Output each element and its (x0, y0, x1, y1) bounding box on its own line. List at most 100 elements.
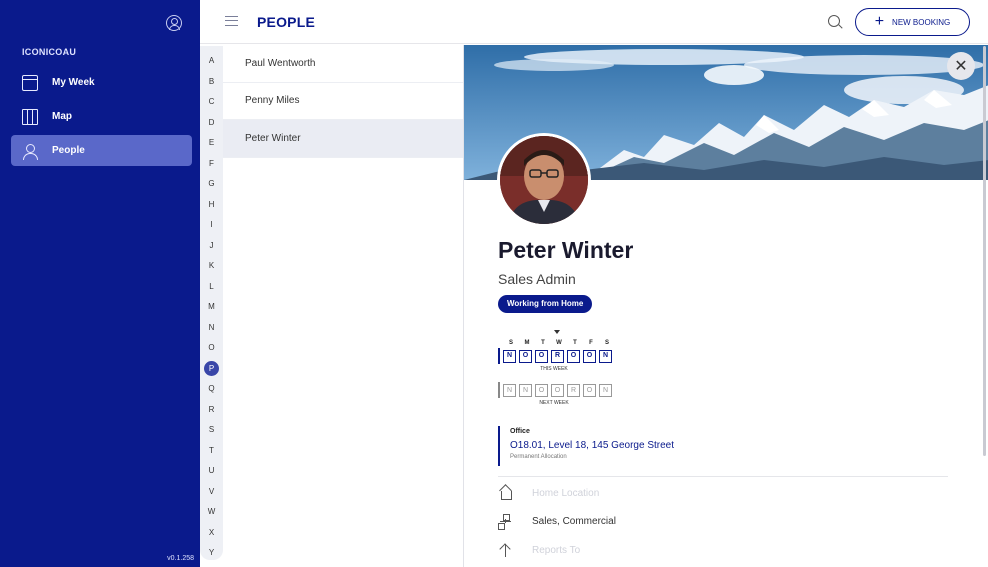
day-status-box[interactable]: N (519, 383, 532, 397)
alphabet-letter-c[interactable]: C (200, 97, 223, 106)
alphabet-letter-y[interactable]: Y (200, 548, 223, 557)
new-booking-label: NEW BOOKING (892, 17, 951, 27)
arrow-up-icon (498, 542, 514, 558)
next-week-schedule: NNOORON NEXT WEEK (498, 382, 615, 406)
weekday-label: S (508, 340, 513, 346)
this-week-schedule: SMTWTFS NOOROON THIS WEEK (498, 340, 615, 372)
alphabet-letter-g[interactable]: G (200, 179, 223, 188)
alphabet-letter-h[interactable]: H (200, 200, 223, 209)
weekday-label: T (573, 340, 577, 346)
day-status-box[interactable]: O (551, 383, 564, 397)
office-allocation-type: Permanent Allocation (510, 454, 567, 460)
close-button[interactable]: ✕ (947, 52, 975, 80)
sidebar-item-label: People (52, 145, 85, 156)
day-status-box[interactable]: R (567, 383, 580, 397)
alphabet-letter-t[interactable]: T (200, 446, 223, 455)
day-status-box[interactable]: N (599, 383, 612, 397)
alphabet-letter-j[interactable]: J (200, 241, 223, 250)
alphabet-letter-p[interactable]: P (204, 360, 219, 376)
page-title: PEOPLE (257, 14, 315, 30)
sidebar-item-people[interactable]: People (11, 135, 192, 166)
day-status-box[interactable]: O (535, 383, 548, 397)
alphabet-letter-m[interactable]: M (200, 302, 223, 311)
list-item-selected[interactable]: Peter Winter (223, 120, 463, 158)
alphabet-letter-v[interactable]: V (200, 487, 223, 496)
alphabet-letter-s[interactable]: S (200, 425, 223, 434)
alphabet-letter-k[interactable]: K (200, 261, 223, 270)
sidebar-item-map[interactable]: Map (11, 101, 192, 132)
next-week-label: NEXT WEEK (539, 400, 569, 406)
organization-name: ICONICOAU (22, 47, 77, 57)
office-allocation: Office O18.01, Level 18, 145 George Stre… (498, 426, 948, 466)
day-status-box[interactable]: O (567, 349, 580, 363)
day-status-box[interactable]: N (503, 383, 516, 397)
alphabet-letter-o[interactable]: O (200, 343, 223, 352)
alphabet-letter-q[interactable]: Q (200, 384, 223, 393)
alphabet-letter-u[interactable]: U (200, 466, 223, 475)
office-label: Office (510, 428, 530, 435)
list-item[interactable]: Penny Miles (223, 83, 463, 120)
day-status-box[interactable]: O (535, 349, 548, 363)
sidebar: ICONICOAU My Week Map People v0.1.258 (0, 0, 200, 567)
status-badge: Working from Home (498, 295, 593, 313)
day-status-box[interactable]: N (599, 349, 612, 363)
reports-to-text: Reports To (532, 544, 581, 556)
weekday-label: T (541, 340, 545, 346)
menu-icon[interactable] (225, 16, 238, 26)
department-row: Sales, Commercial (498, 513, 616, 530)
app: ICONICOAU My Week Map People v0.1.258 PE… (0, 0, 988, 567)
app-version: v0.1.258 (167, 555, 194, 562)
new-booking-button[interactable]: + NEW BOOKING (855, 8, 970, 36)
alphabet-letter-i[interactable]: I (200, 220, 223, 229)
alphabet-letter-w[interactable]: W (200, 507, 223, 516)
sidebar-item-label: Map (52, 111, 72, 122)
alphabet-letter-r[interactable]: R (200, 405, 223, 414)
person-name: Penny Miles (245, 95, 300, 107)
day-status-box[interactable]: O (519, 349, 532, 363)
people-icon (22, 143, 38, 160)
alphabet-index: A B C D E F G H I J K L M N OPQ R S T U V W X Y (200, 46, 223, 560)
this-week-days: NOOROON (498, 348, 615, 364)
alphabet-letter-n[interactable]: N (200, 323, 223, 332)
alphabet-letter-a[interactable]: A (200, 56, 223, 65)
plus-icon: + (874, 13, 885, 30)
home-icon (498, 485, 514, 501)
alphabet-letter-d[interactable]: D (200, 118, 223, 127)
weekday-header: SMTWTFS (498, 340, 615, 346)
weekday-label: W (556, 340, 562, 346)
day-status-box[interactable]: R (551, 349, 564, 363)
weekday-label: S (604, 340, 609, 346)
map-icon (22, 108, 38, 125)
top-header: PEOPLE + NEW BOOKING (200, 0, 988, 44)
alphabet-letter-b[interactable]: B (200, 77, 223, 86)
today-indicator-icon (554, 330, 560, 334)
person-name: Peter Winter (245, 132, 301, 144)
alphabet-letter-e[interactable]: E (200, 138, 223, 147)
alphabet-letter-f[interactable]: F (200, 159, 223, 168)
sidebar-item-label: My Week (52, 77, 95, 88)
home-location-text: Home Location (532, 487, 600, 499)
people-list: Paul Wentworth Penny Miles Peter Winter (223, 45, 463, 567)
office-address[interactable]: O18.01, Level 18, 145 George Street (510, 440, 948, 451)
weekday-label: F (589, 340, 593, 346)
org-chart-icon (498, 513, 514, 530)
day-status-box[interactable]: N (503, 349, 516, 363)
alphabet-letter-l[interactable]: L (200, 282, 223, 291)
alphabet-letter-x[interactable]: X (200, 528, 223, 537)
calendar-icon (22, 74, 38, 91)
search-icon[interactable] (828, 15, 840, 27)
list-item[interactable]: Paul Wentworth (223, 45, 463, 83)
user-profile-icon[interactable] (166, 15, 182, 31)
next-week-days: NNOORON (498, 382, 615, 398)
person-role: Sales Admin (498, 271, 576, 287)
person-name-heading: Peter Winter (498, 237, 634, 263)
day-status-box[interactable]: O (583, 383, 596, 397)
reports-to-row: Reports To (498, 542, 580, 558)
day-status-box[interactable]: O (583, 349, 596, 363)
sidebar-item-my-week[interactable]: My Week (11, 67, 192, 98)
week-marker (498, 382, 500, 398)
scrollbar[interactable] (983, 46, 986, 456)
week-marker (498, 348, 500, 364)
home-location-row: Home Location (498, 485, 599, 501)
weekday-label: M (524, 340, 530, 346)
